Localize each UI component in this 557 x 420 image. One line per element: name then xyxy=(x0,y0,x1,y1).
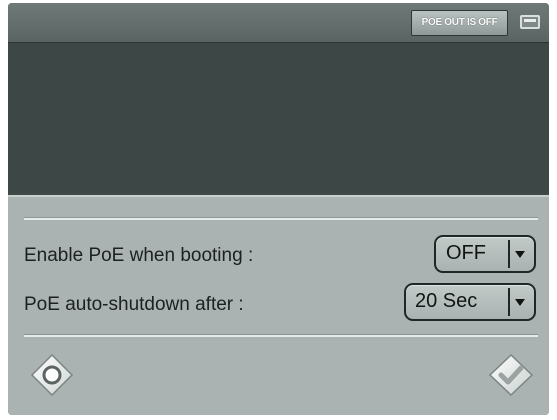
confirm-button[interactable] xyxy=(488,353,534,397)
enable-poe-label: Enable PoE when booting : xyxy=(24,245,254,266)
navigation-pad-icon xyxy=(30,353,74,397)
status-bar: POE OUT IS OFF xyxy=(8,3,549,43)
chevron-down-icon xyxy=(508,288,530,316)
auto-shutdown-label: PoE auto-shutdown after : xyxy=(24,294,244,315)
auto-shutdown-dropdown[interactable]: 20 Sec xyxy=(404,283,536,321)
chevron-down-icon xyxy=(508,240,530,268)
divider-top xyxy=(24,217,538,220)
battery-icon xyxy=(520,15,540,29)
display-area xyxy=(8,43,549,193)
enable-poe-dropdown[interactable]: OFF xyxy=(434,235,536,273)
divider-bottom xyxy=(24,334,538,337)
device-screen: POE OUT IS OFF Enable PoE when booting :… xyxy=(8,3,549,415)
enable-poe-value: OFF xyxy=(446,242,486,264)
auto-shutdown-value: 20 Sec xyxy=(415,290,478,312)
checkmark-icon xyxy=(488,353,534,397)
poe-status-badge: POE OUT IS OFF xyxy=(411,10,508,36)
navigation-pad-button[interactable] xyxy=(30,353,74,397)
settings-panel: Enable PoE when booting : OFF PoE auto-s… xyxy=(8,195,549,415)
